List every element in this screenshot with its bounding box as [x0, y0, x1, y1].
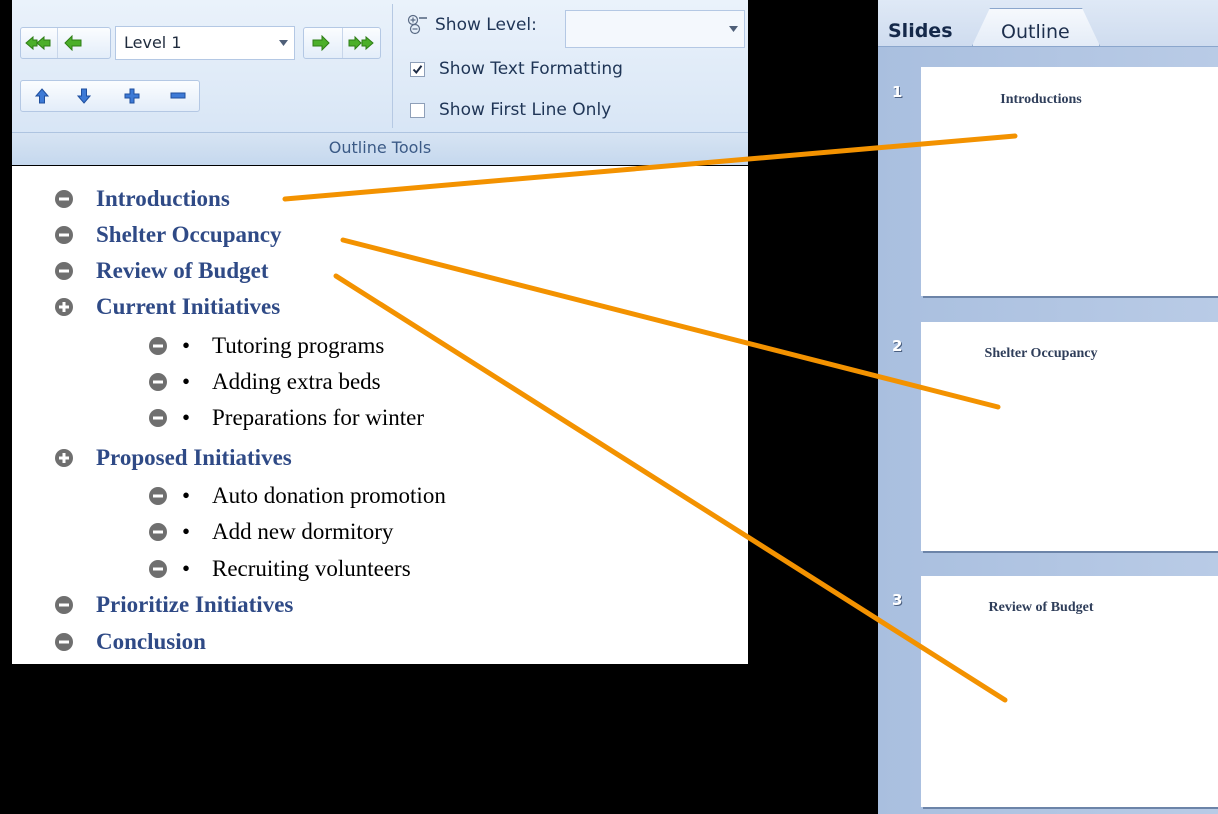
show-first-line-only-checkbox[interactable] [410, 102, 425, 118]
slide-number: 3 [892, 591, 903, 609]
tab-slides[interactable]: Slides [882, 8, 966, 46]
bullet-glyph: • [182, 333, 191, 358]
expand-icon [124, 88, 140, 104]
outline-tools-ribbon: Level 1 Show Level: Show Text Formatting… [12, 0, 748, 165]
demote-icon [312, 35, 330, 51]
outline-item-text: Review of Budget [96, 258, 269, 283]
show-level-label-row: Show Level: [407, 14, 537, 36]
outline-item-text: Prioritize Initiatives [96, 592, 294, 617]
ribbon-group-footer: Outline Tools [12, 132, 748, 165]
show-level-dropdown[interactable] [565, 10, 745, 48]
outline-level-dropdown[interactable]: Level 1 [115, 26, 295, 60]
promote-to-heading-icon [25, 35, 51, 51]
move-up-icon [35, 88, 49, 104]
collapse-circle-icon[interactable] [54, 632, 74, 652]
outline-heading[interactable]: Prioritize Initiatives [54, 593, 293, 616]
outline-level-value: Level 1 [124, 33, 182, 52]
slide-thumbnail[interactable]: Shelter Occupancy [921, 322, 1218, 551]
collapse-button[interactable] [163, 81, 193, 111]
show-text-formatting-option[interactable]: Show Text Formatting [410, 59, 623, 79]
outline-item-text: Auto donation promotion [212, 483, 446, 508]
slide-number: 1 [892, 83, 903, 101]
demote-to-body-icon [348, 35, 374, 51]
move-expand-buttons [20, 80, 200, 112]
collapse-circle-icon[interactable] [148, 336, 168, 356]
bullet-glyph: • [182, 519, 191, 544]
show-level-label: Show Level: [435, 15, 537, 35]
collapse-circle-icon[interactable] [148, 559, 168, 579]
bullet-glyph: • [182, 556, 191, 581]
chevron-down-icon [729, 26, 738, 32]
collapse-circle-icon[interactable] [148, 372, 168, 392]
slides-outline-panel: Outline Slides 1 Introductions 2 Shelter… [878, 0, 1218, 814]
show-text-formatting-label: Show Text Formatting [439, 59, 623, 79]
show-first-line-only-option[interactable]: Show First Line Only [410, 100, 611, 120]
tab-outline[interactable]: Outline [972, 8, 1100, 46]
outline-item-text: Adding extra beds [212, 369, 381, 394]
outline-item-text: Preparations for winter [212, 405, 425, 430]
slide-number: 2 [892, 337, 903, 355]
promote-icon [64, 35, 82, 51]
slide-thumbnail[interactable]: Introductions [921, 67, 1218, 296]
collapse-circle-icon[interactable] [148, 486, 168, 506]
outline-item-text: Proposed Initiatives [96, 445, 292, 470]
bullet-glyph: • [182, 405, 191, 430]
outline-item-text: Tutoring programs [212, 333, 385, 358]
collapse-circle-icon[interactable] [54, 189, 74, 209]
expand-button[interactable] [117, 81, 147, 111]
show-level-icon [407, 14, 427, 35]
promote-button[interactable] [57, 28, 88, 58]
collapse-circle-icon[interactable] [54, 595, 74, 615]
bullet-glyph: • [182, 369, 191, 394]
chevron-down-icon [279, 40, 288, 46]
outline-heading[interactable]: Proposed Initiatives [54, 446, 292, 469]
slide-title: Introductions [1000, 92, 1082, 107]
promote-buttons [20, 27, 111, 59]
checkmark-icon [412, 64, 423, 74]
demote-button[interactable] [306, 28, 336, 58]
demote-to-body-button[interactable] [342, 28, 379, 58]
outline-bullet-item[interactable]: • Adding extra beds [148, 370, 381, 393]
move-down-icon [77, 88, 91, 104]
outline-bullet-item[interactable]: • Recruiting volunteers [148, 557, 411, 580]
outline-heading[interactable]: Review of Budget [54, 259, 268, 282]
outline-item-text: Introductions [96, 186, 230, 211]
expand-circle-icon[interactable] [54, 448, 74, 468]
outline-item-text: Current Initiatives [96, 294, 281, 319]
demote-buttons [303, 27, 381, 59]
expand-circle-icon[interactable] [54, 297, 74, 317]
collapse-circle-icon[interactable] [148, 522, 168, 542]
outline-bullet-item[interactable]: • Add new dormitory [148, 520, 393, 543]
slide-title: Review of Budget [988, 600, 1094, 615]
outline-heading[interactable]: Conclusion [54, 630, 206, 653]
outline-bullet-item[interactable]: • Preparations for winter [148, 406, 424, 429]
show-text-formatting-checkbox[interactable] [410, 61, 425, 77]
collapse-circle-icon[interactable] [54, 225, 74, 245]
outline-pane: Introductions Shelter Occupancy Review of … [12, 166, 748, 664]
outline-heading[interactable]: Introductions [54, 187, 230, 210]
slide-title: Shelter Occupancy [984, 346, 1098, 361]
outline-heading[interactable]: Current Initiatives [54, 295, 280, 318]
promote-to-heading-button[interactable] [21, 28, 55, 58]
outline-item-text: Conclusion [96, 629, 206, 654]
move-down-button[interactable] [69, 81, 99, 111]
slide-thumbnail[interactable]: Review of Budget [921, 576, 1218, 807]
outline-bullet-item[interactable]: • Auto donation promotion [148, 484, 446, 507]
ribbon-group-label: Outline Tools [328, 138, 432, 157]
outline-item-text: Shelter Occupancy [96, 222, 282, 247]
collapse-circle-icon[interactable] [54, 261, 74, 281]
panel-tabs: Outline Slides [878, 0, 1218, 47]
show-first-line-only-label: Show First Line Only [439, 100, 612, 120]
ribbon-separator [392, 4, 393, 128]
move-up-button[interactable] [27, 81, 57, 111]
slide-thumbnails-area[interactable]: 1 Introductions 2 Shelter Occupancy 3 Re… [878, 47, 1218, 814]
collapse-circle-icon[interactable] [148, 408, 168, 428]
outline-item-text: Add new dormitory [212, 519, 394, 544]
bullet-glyph: • [182, 483, 191, 508]
outline-heading[interactable]: Shelter Occupancy [54, 223, 281, 246]
outline-bullet-item[interactable]: • Tutoring programs [148, 334, 384, 357]
collapse-icon [170, 92, 186, 99]
outline-item-text: Recruiting volunteers [212, 556, 411, 581]
